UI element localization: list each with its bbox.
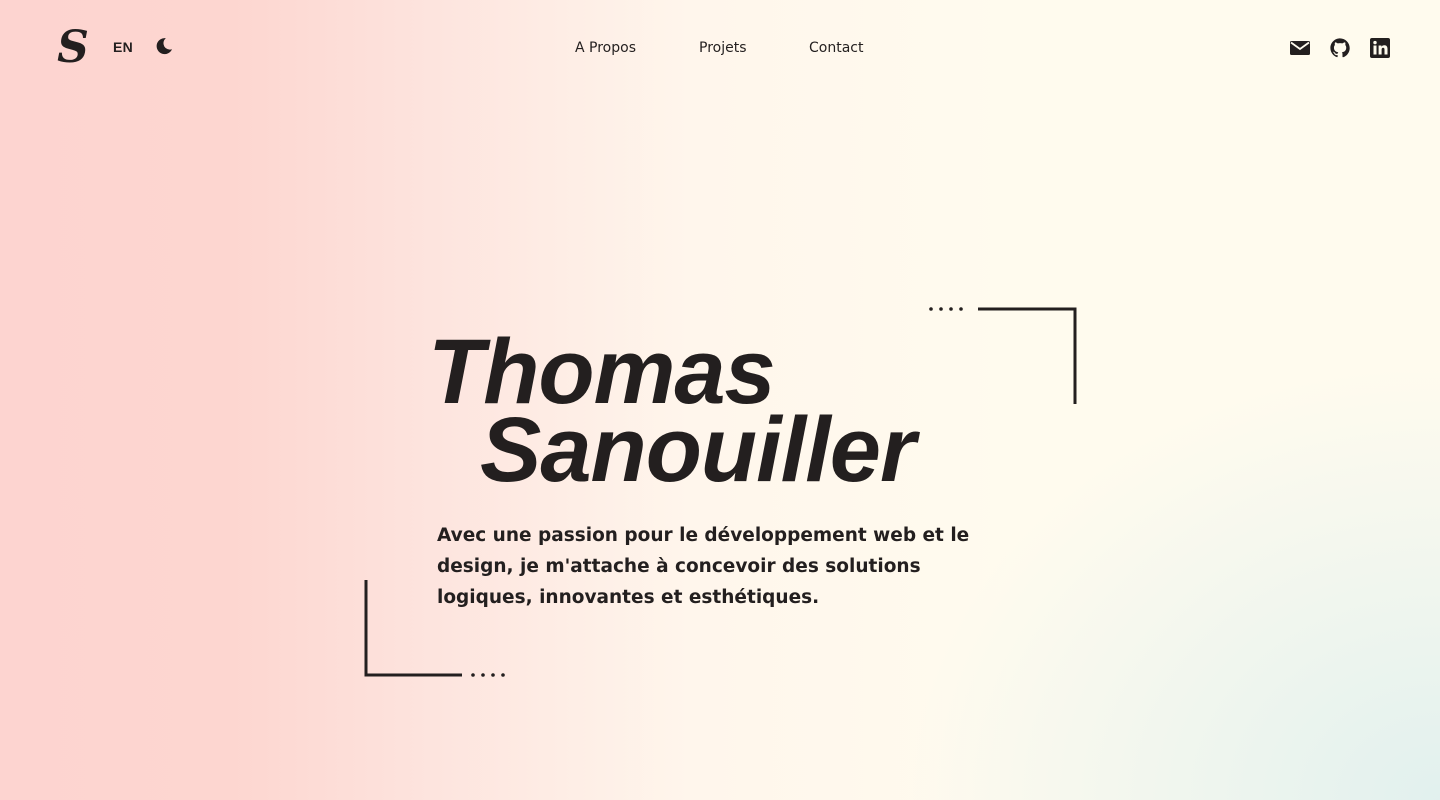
tagline-line: Avec une passion pour le développement w…	[437, 525, 970, 546]
hero-last-name: Sanouiller	[480, 399, 916, 501]
tagline-line: design, je m'attache à concevoir des sol…	[437, 556, 921, 577]
corner-bracket-bottom-left	[364, 580, 505, 677]
hero-section: Thomas Sanouiller Avec une passion pour …	[0, 0, 1440, 800]
hero-tagline: Avec une passion pour le développement w…	[437, 520, 997, 613]
corner-bracket-top-right	[929, 307, 1077, 404]
